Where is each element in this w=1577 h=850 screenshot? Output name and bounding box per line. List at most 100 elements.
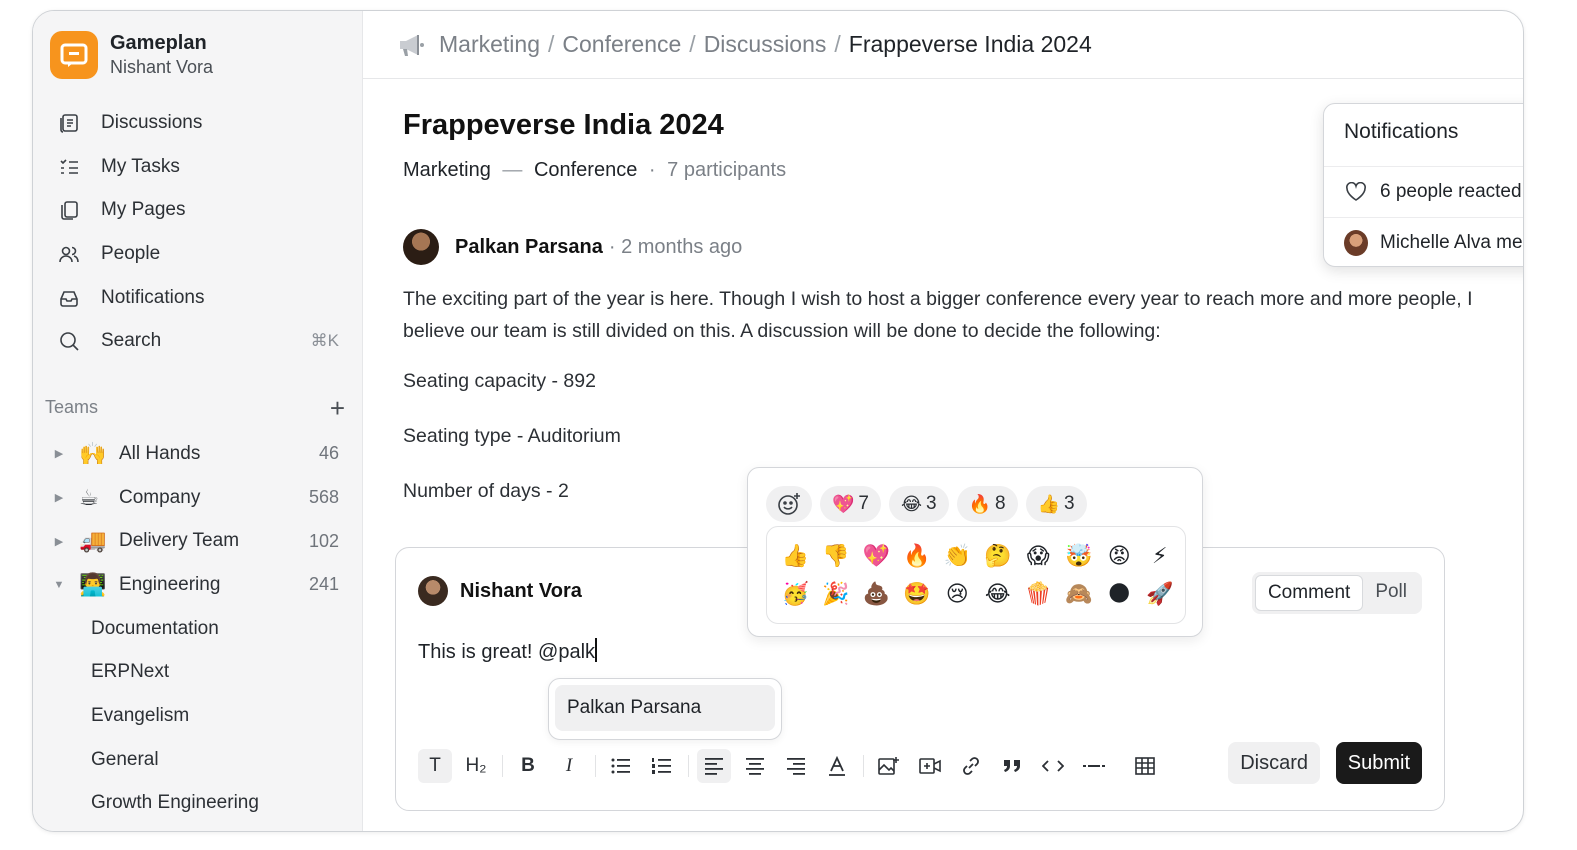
emoji-option[interactable]: 👎	[816, 537, 857, 575]
emoji-option[interactable]: 😂	[978, 575, 1019, 613]
emoji-option[interactable]: 🥳	[775, 575, 816, 613]
pages-icon	[57, 198, 81, 222]
search-icon	[57, 329, 81, 353]
team-item-delivery-team[interactable]: ▶ 🚚 Delivery Team 102	[49, 519, 349, 563]
sidebar-item-discussions[interactable]: Discussions	[45, 101, 351, 145]
emoji-option[interactable]: 🎉	[816, 575, 857, 613]
paragraph-button[interactable]: T	[418, 749, 452, 783]
insert-link-button[interactable]	[954, 749, 988, 783]
italic-button[interactable]: I	[552, 749, 586, 783]
reaction-chip[interactable]: 👍 3	[1025, 486, 1087, 522]
team-item-company[interactable]: ▶ ☕ Company 568	[49, 476, 349, 520]
reaction-chip[interactable]: 💖 7	[820, 486, 881, 522]
tab-comment[interactable]: Comment	[1254, 575, 1364, 611]
reaction-count: 3	[1064, 493, 1075, 514]
heading-button[interactable]: H₂	[459, 749, 493, 783]
team-item-engineering[interactable]: ▼ 👨‍💻 Engineering 241	[49, 563, 349, 607]
editor-author-name: Nishant Vora	[460, 579, 582, 602]
align-right-button[interactable]	[779, 749, 813, 783]
team-name: Delivery Team	[119, 530, 240, 552]
reaction-emoji: 💖	[832, 493, 855, 514]
mention-option[interactable]: Palkan Parsana	[555, 685, 775, 731]
sidebar-item-my-pages[interactable]: My Pages	[45, 188, 351, 232]
code-icon	[1042, 760, 1064, 772]
emoji-option[interactable]: 🌑	[1099, 575, 1140, 613]
emoji-option[interactable]: 😢	[937, 575, 978, 613]
emoji-option[interactable]: 😡	[1099, 537, 1140, 575]
emoji-option[interactable]: ⚡	[1140, 537, 1181, 575]
reaction-emoji: 👍	[1037, 493, 1061, 514]
insert-video-button[interactable]	[913, 749, 947, 783]
emoji-option[interactable]: 🤔	[978, 537, 1019, 575]
reaction-chip[interactable]: 😂 3	[889, 486, 949, 522]
emoji-option[interactable]: 🚀	[1140, 575, 1181, 613]
reaction-emoji: 🔥	[968, 493, 992, 514]
align-center-button[interactable]	[738, 749, 772, 783]
notification-item[interactable]: 6 people reacted to your post 10 days ag…	[1324, 167, 1523, 217]
team-item-all-hands[interactable]: ▶ 🙌 All Hands 46	[49, 432, 349, 476]
bullet-list-button[interactable]	[604, 749, 638, 783]
discard-button[interactable]: Discard	[1228, 742, 1320, 784]
insert-image-button[interactable]	[872, 749, 906, 783]
submit-button[interactable]: Submit	[1335, 742, 1422, 784]
sidebar-item-label: Discussions	[101, 111, 203, 133]
align-left-button[interactable]	[697, 749, 731, 783]
horizontal-rule-button[interactable]	[1077, 749, 1111, 783]
breadcrumb-marketing[interactable]: Marketing	[439, 31, 540, 58]
breadcrumb-conference[interactable]: Conference	[562, 31, 681, 58]
tab-poll[interactable]: Poll	[1363, 575, 1419, 611]
emoji-option[interactable]: 💩	[856, 575, 897, 613]
avatar	[1344, 229, 1368, 256]
subteam-evangelism[interactable]: Evangelism	[49, 694, 349, 738]
add-emoji-icon	[778, 493, 800, 515]
editor-author: Nishant Vora	[418, 576, 582, 606]
code-button[interactable]	[1036, 749, 1070, 783]
project-link[interactable]: Conference	[534, 159, 637, 181]
blockquote-button[interactable]	[995, 749, 1029, 783]
emoji-option[interactable]: 🤯	[1059, 537, 1100, 575]
team-link[interactable]: Marketing	[403, 159, 491, 181]
app-window: Gameplan Nishant Vora Discussions My Tas…	[32, 10, 1524, 832]
emoji-option[interactable]: 👍	[775, 537, 816, 575]
notification-item[interactable]: Michelle Alva mentioned you in a post 10…	[1324, 217, 1523, 267]
expand-caret-icon[interactable]: ▶	[49, 491, 69, 504]
emoji-option[interactable]: 🙈	[1059, 575, 1100, 613]
participants-count[interactable]: 7 participants	[667, 159, 786, 181]
add-team-button[interactable]: +	[330, 395, 345, 421]
emoji-option[interactable]: 👏	[937, 537, 978, 575]
collapse-caret-icon[interactable]: ▼	[49, 579, 69, 591]
comment-input[interactable]: This is great! @palk	[418, 638, 597, 664]
emoji-option[interactable]: 🍿	[1018, 575, 1059, 613]
page-title: Frappeverse India 2024	[403, 109, 724, 141]
subteam-growth-engineering[interactable]: Growth Engineering	[49, 782, 349, 826]
sidebar-item-people[interactable]: People	[45, 232, 351, 276]
subteam-erpnext[interactable]: ERPNext	[49, 650, 349, 694]
bold-button[interactable]: B	[511, 749, 545, 783]
text-color-button[interactable]	[820, 749, 854, 783]
emoji-option[interactable]: 🔥	[897, 537, 938, 575]
subteam-documentation[interactable]: Documentation	[49, 607, 349, 651]
author-name[interactable]: Palkan Parsana	[455, 236, 603, 259]
sidebar-item-my-tasks[interactable]: My Tasks	[45, 145, 351, 189]
breadcrumb-discussions[interactable]: Discussions	[704, 31, 827, 58]
numbered-list-button[interactable]	[645, 749, 679, 783]
avatar[interactable]	[403, 229, 439, 265]
reaction-count: 8	[995, 493, 1006, 514]
emoji-option[interactable]: 😱	[1018, 537, 1059, 575]
emoji-option[interactable]: 🤩	[897, 575, 938, 613]
sidebar-item-search[interactable]: Search ⌘K	[45, 319, 351, 363]
expand-caret-icon[interactable]: ▶	[49, 535, 69, 548]
notification-text: 6 people reacted to your post 10 days ag…	[1380, 181, 1523, 202]
emoji-option[interactable]: 💖	[856, 537, 897, 575]
expand-caret-icon[interactable]: ▶	[49, 447, 69, 460]
comment-text: This is great! @palk	[418, 641, 596, 663]
insert-table-button[interactable]	[1128, 749, 1162, 783]
team-emoji: 👨‍💻	[79, 571, 107, 597]
subteam-general[interactable]: General	[49, 738, 349, 782]
reaction-chip[interactable]: 🔥 8	[956, 486, 1018, 522]
meta-dash: —	[502, 159, 523, 181]
brand-switcher[interactable]: Gameplan Nishant Vora	[50, 31, 213, 79]
team-count: 568	[308, 487, 339, 508]
add-reaction-button[interactable]	[766, 486, 812, 522]
sidebar-item-notifications[interactable]: Notifications	[45, 276, 351, 320]
